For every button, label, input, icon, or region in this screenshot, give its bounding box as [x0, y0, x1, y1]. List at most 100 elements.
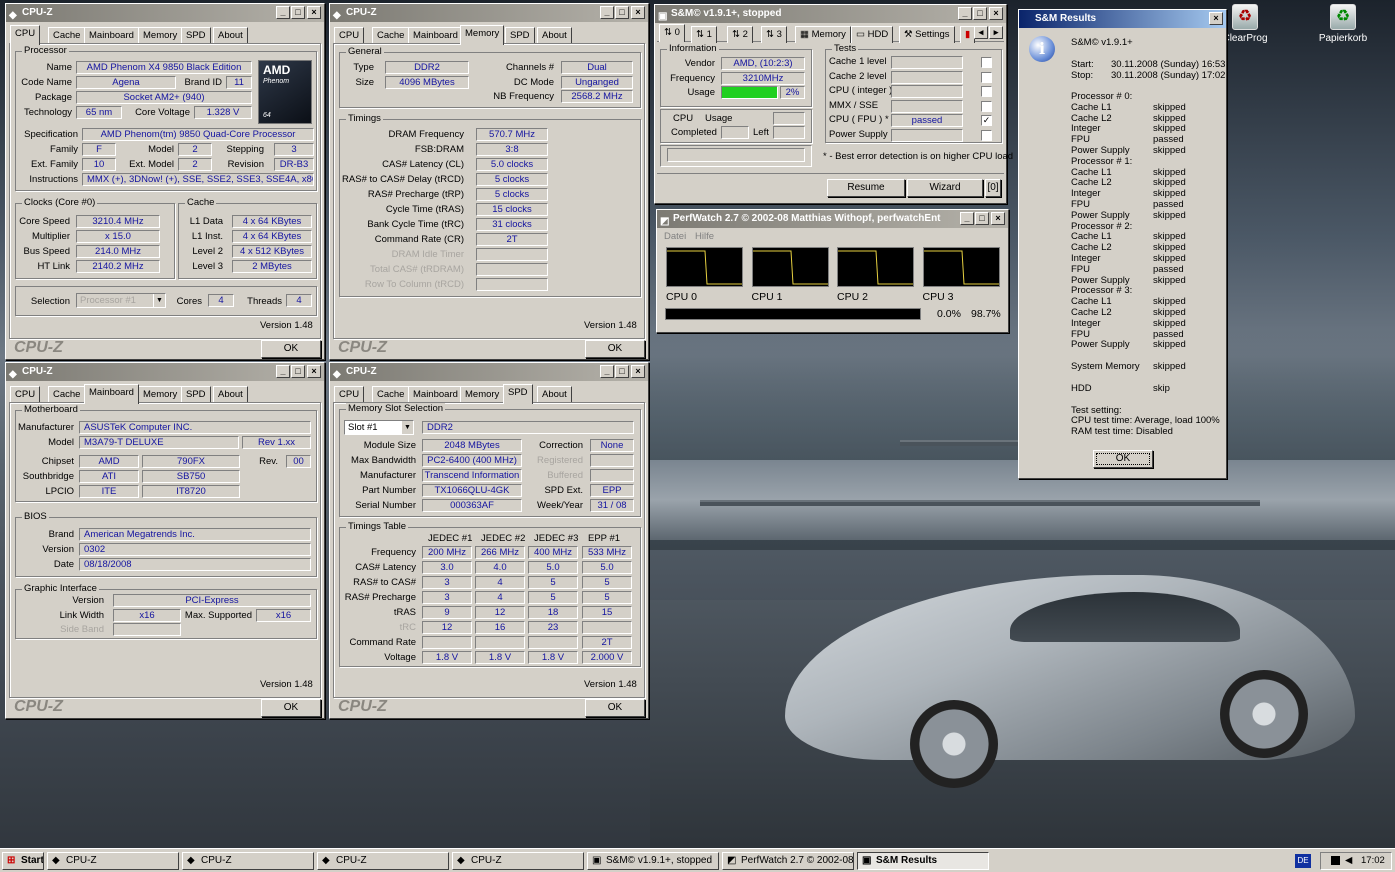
- sm-tab-1[interactable]: ⇅ 1: [691, 26, 717, 43]
- tab-cache[interactable]: Cache: [372, 27, 410, 44]
- tab-cpu[interactable]: CPU: [10, 386, 41, 403]
- minimize-button[interactable]: _: [960, 212, 974, 225]
- tab-mainboard[interactable]: Mainboard: [408, 386, 463, 403]
- count-button[interactable]: [0]: [985, 179, 1001, 197]
- tab-memory[interactable]: Memory: [460, 386, 505, 403]
- tab-cpu[interactable]: CPU: [334, 27, 365, 44]
- title-bar[interactable]: ◆ CPU-Z _ □ ×: [330, 363, 648, 381]
- title-bar[interactable]: ◆ CPU-Z _ □ ×: [330, 4, 648, 22]
- title-bar[interactable]: ▣ S&M© v1.9.1+, stopped _ □ ×: [655, 5, 1006, 23]
- processor-select[interactable]: Processor #1 ▼: [76, 293, 166, 308]
- test-checkbox[interactable]: ✓: [981, 115, 992, 126]
- tab-spd[interactable]: SPD: [181, 386, 211, 403]
- title-bar[interactable]: ◆ CPU-Z _ □ ×: [6, 363, 324, 381]
- language-indicator[interactable]: DE: [1295, 854, 1311, 868]
- start-button[interactable]: ⊞ Start: [2, 852, 44, 870]
- tray-clock[interactable]: 17:02: [1361, 853, 1385, 869]
- cpuz-window-spd[interactable]: ◆ CPU-Z _ □ × CPU Cache Mainboard Memory SP…: [329, 362, 649, 719]
- results-ok-button[interactable]: OK: [1093, 450, 1153, 468]
- tab-spd[interactable]: SPD: [505, 27, 535, 44]
- maximize-button[interactable]: □: [615, 365, 629, 378]
- sm-tab-0[interactable]: ⇅ 0: [659, 24, 685, 42]
- minimize-button[interactable]: _: [600, 6, 614, 19]
- taskbar-button[interactable]: ◆ CPU-Z: [47, 852, 179, 870]
- taskbar-button[interactable]: ◆ CPU-Z: [317, 852, 449, 870]
- resume-button[interactable]: Resume: [827, 179, 905, 197]
- title-bar[interactable]: ◩ PerfWatch 2.7 © 2002-08 Matthias Withop…: [657, 210, 1008, 228]
- desktop-icon-recycle-bin[interactable]: ♻ Papierkorb: [1307, 4, 1379, 44]
- trash-icon[interactable]: ▮: [960, 26, 976, 43]
- test-checkbox[interactable]: [981, 129, 992, 141]
- sm-tab-memory[interactable]: ▦ Memory: [795, 26, 851, 43]
- taskbar-button[interactable]: ◆ CPU-Z: [452, 852, 584, 870]
- scroll-left-button[interactable]: ◂: [974, 26, 988, 39]
- taskbar-button[interactable]: ▣ S&M© v1.9.1+, stopped: [587, 852, 719, 870]
- close-button[interactable]: ×: [631, 365, 645, 378]
- maximize-button[interactable]: □: [291, 365, 305, 378]
- close-button[interactable]: ×: [307, 6, 321, 19]
- maximize-button[interactable]: □: [615, 6, 629, 19]
- taskbar-button[interactable]: ▣ S&M Results: [857, 852, 989, 870]
- sm-tab-hdd[interactable]: ▭ HDD: [851, 26, 894, 43]
- taskbar-button[interactable]: ◩ PerfWatch 2.7 © 2002-08...: [722, 852, 854, 870]
- minimize-button[interactable]: _: [276, 365, 290, 378]
- test-checkbox[interactable]: [981, 71, 992, 83]
- sm-tab-2[interactable]: ⇅ 2: [727, 26, 753, 43]
- maximize-button[interactable]: □: [973, 7, 987, 20]
- tab-about[interactable]: About: [537, 27, 572, 44]
- tab-mainboard[interactable]: Mainboard: [408, 27, 463, 44]
- scroll-right-button[interactable]: ▸: [989, 26, 1003, 39]
- close-button[interactable]: ×: [307, 365, 321, 378]
- ok-button[interactable]: OK: [261, 699, 321, 717]
- cpuz-window-cpu[interactable]: ◆ CPU-Z _ □ × CPU Cache Mainboard Memory SP…: [5, 3, 325, 360]
- cpuz-window-memory[interactable]: ◆ CPU-Z _ □ × CPU Cache Mainboard Memory SP…: [329, 3, 649, 360]
- tab-cache[interactable]: Cache: [48, 27, 86, 44]
- taskbar-button[interactable]: ◆ CPU-Z: [182, 852, 314, 870]
- maximize-button[interactable]: □: [291, 6, 305, 19]
- tab-mainboard[interactable]: Mainboard: [84, 27, 139, 44]
- title-bar[interactable]: ◆ CPU-Z _ □ ×: [6, 4, 324, 22]
- sm-window[interactable]: ▣ S&M© v1.9.1+, stopped _ □ × ⇅ 0 ⇅ 1 ⇅ 2 ⇅…: [654, 4, 1013, 204]
- tab-cache[interactable]: Cache: [48, 386, 86, 403]
- slot-select[interactable]: Slot #1 ▼: [344, 420, 414, 435]
- wizard-button[interactable]: Wizard: [907, 179, 983, 197]
- tab-about[interactable]: About: [537, 386, 572, 403]
- close-button[interactable]: ×: [989, 7, 1003, 20]
- test-checkbox[interactable]: [981, 100, 992, 112]
- minimize-button[interactable]: _: [276, 6, 290, 19]
- tab-about[interactable]: About: [213, 27, 248, 44]
- tab-memory[interactable]: Memory: [460, 25, 505, 45]
- tab-spd[interactable]: SPD: [181, 27, 211, 44]
- close-button[interactable]: ×: [1209, 12, 1223, 25]
- sm-results-dialog[interactable]: S&M Results × i S&M© v1.9.1+ Start: 30.1…: [1018, 9, 1227, 479]
- perfwatch-window[interactable]: ◩ PerfWatch 2.7 © 2002-08 Matthias Withop…: [656, 209, 1009, 333]
- menu-hilfe[interactable]: Hilfe: [695, 231, 714, 242]
- tab-mainboard[interactable]: Mainboard: [84, 384, 139, 404]
- tab-cpu[interactable]: CPU: [10, 25, 41, 45]
- timings-table-cell: 4: [475, 591, 525, 604]
- sm-tab-3[interactable]: ⇅ 3: [761, 26, 787, 43]
- close-button[interactable]: ×: [991, 212, 1005, 225]
- test-checkbox[interactable]: [981, 57, 992, 68]
- tab-memory[interactable]: Memory: [138, 27, 183, 44]
- close-button[interactable]: ×: [631, 6, 645, 19]
- spd-right-value: [590, 454, 634, 467]
- ok-button[interactable]: OK: [585, 340, 645, 358]
- title-bar[interactable]: S&M Results ×: [1019, 10, 1226, 28]
- ok-button[interactable]: OK: [261, 340, 321, 358]
- test-checkbox[interactable]: [981, 86, 992, 97]
- ok-button[interactable]: OK: [585, 699, 645, 717]
- menu-datei[interactable]: Datei: [664, 231, 686, 242]
- sm-tab-settings[interactable]: ⚒ Settings: [899, 26, 955, 43]
- tab-about[interactable]: About: [213, 386, 248, 403]
- tab-cache[interactable]: Cache: [372, 386, 410, 403]
- tray-monitor-icon[interactable]: [1331, 856, 1340, 865]
- cpuz-window-mainboard[interactable]: ◆ CPU-Z _ □ × CPU Cache Mainboard Memory SP…: [5, 362, 325, 719]
- tab-spd[interactable]: SPD: [503, 384, 533, 404]
- maximize-button[interactable]: □: [975, 212, 989, 225]
- minimize-button[interactable]: _: [600, 365, 614, 378]
- tab-memory[interactable]: Memory: [138, 386, 183, 403]
- speaker-icon[interactable]: ◀: [1345, 853, 1352, 869]
- minimize-button[interactable]: _: [958, 7, 972, 20]
- tab-cpu[interactable]: CPU: [334, 386, 365, 403]
